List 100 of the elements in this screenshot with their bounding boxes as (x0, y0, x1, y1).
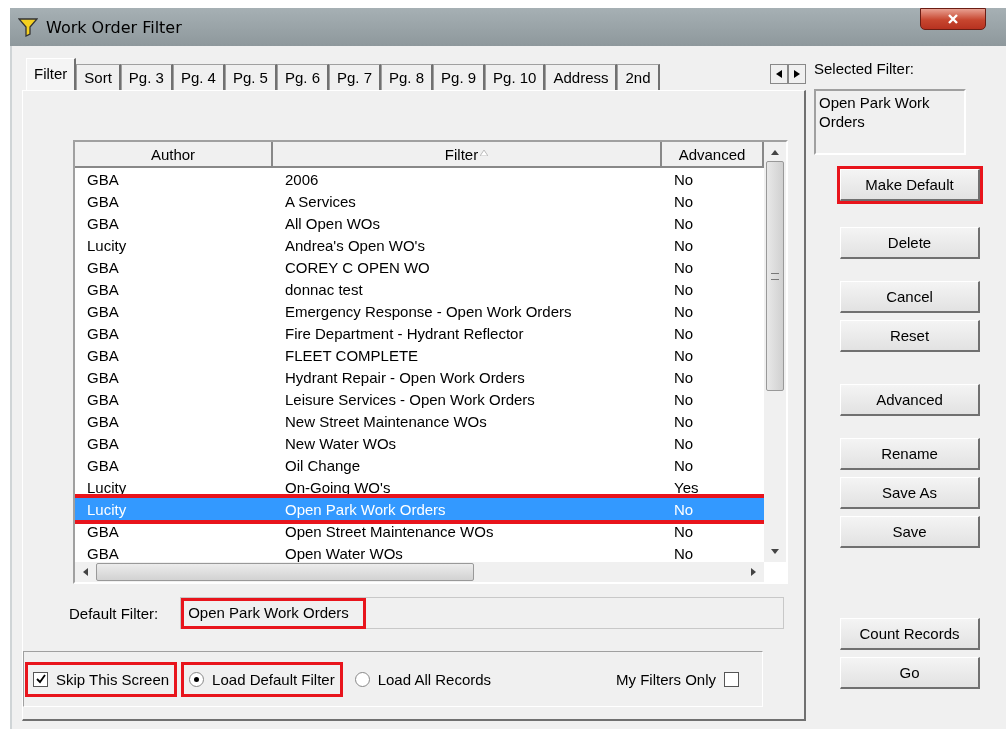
window-title: Work Order Filter (46, 17, 182, 37)
table-cell-text: Yes (673, 478, 700, 496)
table-cell-text: No (673, 500, 695, 518)
tab[interactable]: Pg. 3 (120, 64, 173, 90)
scrollbar-thumb[interactable] (766, 161, 784, 391)
tab[interactable]: Pg. 9 (433, 64, 486, 90)
table-row[interactable]: GBA A Services No (75, 190, 764, 212)
tab[interactable]: Pg. 10 (485, 64, 546, 90)
table-row[interactable]: GBA FLEET COMPLETE No (75, 344, 764, 366)
table-row[interactable]: GBA Hydrant Repair - Open Work Orders No (75, 366, 764, 388)
table-cell-text: Open Street Maintenance WOs (284, 522, 495, 540)
table-cell-text: Oil Change (284, 456, 362, 474)
close-button[interactable] (920, 8, 986, 30)
tab[interactable]: Pg. 7 (329, 64, 381, 90)
radio-option[interactable]: Load All Records (349, 664, 497, 694)
down-arrow-icon (771, 549, 779, 554)
column-header[interactable]: Filter (273, 142, 662, 166)
funnel-icon (18, 17, 38, 37)
table-row[interactable]: GBA Leisure Services - Open Work Orders No (75, 388, 764, 410)
my-filters-checkbox[interactable]: My Filters Only (611, 664, 744, 694)
right-arrow-icon (751, 568, 756, 576)
scroll-right-button[interactable] (788, 64, 806, 84)
table-cell-text: 2006 (284, 170, 320, 188)
scrollbar-thumb[interactable] (96, 563, 474, 581)
tab[interactable]: Pg. 4 (172, 64, 225, 90)
table-row[interactable]: Lucity On-Going WO's Yes (75, 476, 764, 498)
table-cell-text: No (673, 390, 695, 408)
table-cell-text: No (673, 412, 695, 430)
radio-button[interactable] (189, 671, 205, 687)
action-button[interactable]: Advanced (840, 384, 980, 416)
table-cell-text: No (673, 346, 695, 364)
table-cell-text: Leisure Services - Open Work Orders (284, 390, 536, 408)
tab[interactable]: Pg. 8 (381, 64, 434, 90)
action-button[interactable]: Save As (840, 477, 980, 509)
table-cell-text: No (673, 544, 695, 562)
table-cell-text: No (673, 522, 695, 540)
table-cell-text: GBA (86, 280, 120, 298)
tab[interactable]: Pg. 6 (276, 64, 329, 90)
tab[interactable]: 2nd (617, 64, 660, 90)
table-row[interactable]: GBA Oil Change No (75, 454, 764, 476)
table-row[interactable]: GBA Open Water WOs No (75, 542, 764, 562)
table-cell-text: Lucity (86, 236, 128, 254)
default-filter-value: Open Park Work Orders (184, 600, 363, 626)
table-cell-text: Lucity (86, 500, 128, 518)
table-cell-text: GBA (86, 522, 120, 540)
horizontal-scrollbar[interactable] (75, 562, 764, 582)
table-row[interactable]: GBA COREY C OPEN WO No (75, 256, 764, 278)
table-cell-text: GBA (86, 170, 120, 188)
table-row[interactable]: GBA donnac test No (75, 278, 764, 300)
tab[interactable]: Pg. 5 (224, 64, 277, 90)
table-cell-text: No (673, 214, 695, 232)
action-button[interactable]: Delete (840, 227, 980, 259)
table-cell-text: GBA (86, 544, 120, 562)
right-arrow-icon (794, 70, 800, 78)
action-button[interactable]: Rename (840, 438, 980, 470)
table-cell-text: Fire Department - Hydrant Reflector (284, 324, 525, 342)
table-row[interactable]: GBA All Open WOs No (75, 212, 764, 234)
left-arrow-icon (83, 568, 88, 576)
action-button[interactable]: Go (840, 657, 980, 689)
table-cell-text: GBA (86, 214, 120, 232)
table-row[interactable]: GBA 2006 No (75, 168, 764, 190)
tab[interactable]: Filter (26, 58, 77, 90)
table-cell-text: No (673, 324, 695, 342)
checkbox[interactable] (33, 671, 48, 687)
table-row[interactable]: GBA New Water WOs No (75, 432, 764, 454)
action-button[interactable]: Save (840, 516, 980, 548)
tab[interactable]: Sort (76, 64, 121, 90)
selected-filter-value: Open Park Work Orders (819, 93, 931, 131)
action-button[interactable]: Cancel (840, 281, 980, 313)
radio-button[interactable] (354, 671, 370, 687)
action-button[interactable]: Make Default (840, 169, 980, 201)
table-row[interactable]: GBA Fire Department - Hydrant Reflector No (75, 322, 764, 344)
radio-option[interactable]: Load Default Filter (184, 664, 340, 694)
action-button[interactable]: Count Records (840, 618, 980, 650)
table-cell-text: GBA (86, 258, 120, 276)
table-cell-text: GBA (86, 346, 120, 364)
table-cell-text: No (673, 258, 695, 276)
table-row[interactable]: Lucity Andrea's Open WO's No (75, 234, 764, 256)
table-cell-text: Open Water WOs (284, 544, 404, 562)
table-row[interactable]: GBA New Street Maintenance WOs No (75, 410, 764, 432)
checkbox[interactable] (724, 671, 739, 687)
table-cell-text: All Open WOs (284, 214, 382, 232)
table-row[interactable]: GBA Open Street Maintenance WOs No (75, 520, 764, 542)
skip-screen-checkbox[interactable]: Skip This Screen (28, 664, 175, 694)
table-cell-text: New Water WOs (284, 434, 398, 452)
vertical-scrollbar[interactable] (764, 142, 786, 562)
action-button[interactable]: Reset (840, 320, 980, 352)
table-cell-text: GBA (86, 368, 120, 386)
table-cell-text: GBA (86, 456, 120, 474)
table-cell-text: GBA (86, 390, 120, 408)
table-cell-text: GBA (86, 192, 120, 210)
scroll-left-button[interactable] (770, 64, 788, 84)
tab[interactable]: Address (545, 64, 618, 90)
column-header[interactable]: Author (75, 142, 273, 166)
table-row[interactable]: GBA Emergency Response - Open Work Orders No (75, 300, 764, 322)
table-cell-text: No (673, 192, 695, 210)
table-cell-text: New Street Maintenance WOs (284, 412, 488, 430)
selected-filter-label: Selected Filter: (814, 60, 916, 77)
table-cell-text: No (673, 302, 695, 320)
table-cell-text: No (673, 456, 695, 474)
